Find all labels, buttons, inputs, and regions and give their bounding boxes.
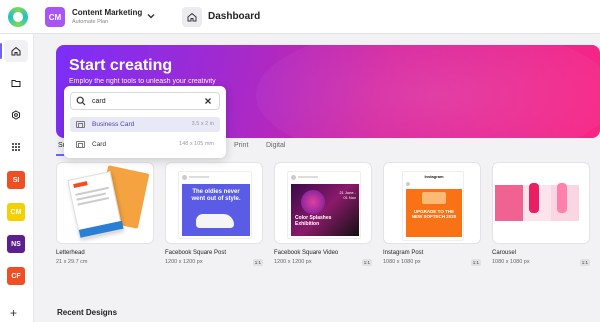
- template-thumbnail: Instagram UPGRADE TO THE NEW SOFTECH 202…: [383, 162, 481, 244]
- template-search-popover: Business Card 3.5 x 2 in Card 148 x 105 …: [64, 86, 226, 158]
- grid-apps-icon: [12, 143, 20, 151]
- search-box: [70, 92, 220, 110]
- template-thumbnail: The oldies never went out of style.: [165, 162, 263, 244]
- app-logo-icon[interactable]: [8, 7, 28, 27]
- search-suggestion-business-card[interactable]: Business Card 3.5 x 2 in: [70, 117, 220, 132]
- workspace-switch-si[interactable]: SI: [7, 171, 25, 189]
- aspect-ratio-badge: 1:1: [470, 259, 481, 266]
- main-content: Start creating Employ the right tools to…: [45, 34, 600, 292]
- hero-subtitle: Employ the right tools to unleash your c…: [69, 78, 216, 85]
- add-workspace-button[interactable]: +: [10, 306, 17, 320]
- template-dimensions: 1080 x 1080 px: [492, 259, 530, 265]
- chevron-down-icon[interactable]: [145, 10, 157, 22]
- workspace-switch-ns[interactable]: NS: [7, 235, 25, 253]
- suggestion-label: Business Card: [92, 121, 135, 128]
- template-name: Carousel: [492, 250, 517, 256]
- sidebar-item-apps[interactable]: [4, 136, 28, 158]
- workspace-avatar[interactable]: CM: [45, 7, 65, 27]
- suggestion-dimensions: 3.5 x 2 in: [191, 121, 214, 127]
- folder-icon: [11, 80, 21, 87]
- sidebar-item-settings[interactable]: [4, 104, 28, 126]
- suggestion-label: Card: [92, 141, 107, 148]
- workspace-switch-cf[interactable]: CF: [7, 267, 25, 285]
- template-thumbnail: 21 June - 01 Nov Color Splashes Exhibiti…: [274, 162, 372, 244]
- aspect-ratio-badge: 1:1: [252, 259, 263, 266]
- template-dimensions: 1080 x 1080 px: [383, 259, 421, 265]
- search-icon: [76, 96, 86, 106]
- tab-digital[interactable]: Digital: [266, 142, 285, 149]
- template-dimensions: 21 x 29.7 cm: [56, 259, 88, 265]
- close-icon[interactable]: [203, 96, 213, 106]
- template-thumbnail: [56, 162, 154, 244]
- post-thumb-text: The oldies never went out of style.: [191, 189, 241, 202]
- card-icon: [76, 121, 85, 128]
- dashboard-home-icon[interactable]: [182, 7, 202, 27]
- instagram-thumb-text: UPGRADE TO THE NEW SOFTECH 2020: [411, 209, 457, 220]
- active-tab-indicator: [56, 154, 64, 156]
- page-title: Dashboard: [208, 11, 261, 22]
- template-dimensions: 1200 x 1200 px: [274, 259, 312, 265]
- template-name: Facebook Square Video: [274, 250, 339, 256]
- video-thumb-date: 21 June - 01 Nov: [339, 190, 356, 200]
- card-icon: [76, 141, 85, 148]
- settings-gear-icon: [12, 110, 20, 120]
- template-card-facebook-square-video[interactable]: 21 June - 01 Nov Color Splashes Exhibiti…: [274, 162, 372, 266]
- hero-title: Start creating: [69, 57, 173, 74]
- home-icon: [11, 46, 21, 56]
- template-name: Instagram Post: [383, 250, 424, 256]
- template-thumbnail: [492, 162, 590, 244]
- aspect-ratio-badge: 1:1: [361, 259, 372, 266]
- workspace-name[interactable]: Content Marketing: [72, 8, 142, 17]
- search-suggestion-card[interactable]: Card 148 x 105 mm: [70, 137, 220, 152]
- template-card-letterhead[interactable]: Letterhead 21 x 29.7 cm: [56, 162, 154, 265]
- top-bar: CM Content Marketing Automate Plan Dashb…: [0, 0, 600, 34]
- template-card-carousel[interactable]: Carousel 1080 x 1080 px 1:1: [492, 162, 590, 266]
- aspect-ratio-badge: 1:1: [579, 259, 590, 266]
- sidebar-item-home[interactable]: [0, 40, 28, 62]
- tab-print[interactable]: Print: [234, 142, 248, 149]
- template-card-instagram-post[interactable]: Instagram UPGRADE TO THE NEW SOFTECH 202…: [383, 162, 481, 266]
- template-name: Letterhead: [56, 250, 85, 256]
- suggestion-dimensions: 148 x 105 mm: [179, 141, 214, 147]
- template-dimensions: 1200 x 1200 px: [165, 259, 203, 265]
- search-input[interactable]: [92, 96, 192, 107]
- workspace-plan: Automate Plan: [72, 19, 109, 25]
- video-thumb-text: Color Splashes Exhibition: [295, 215, 332, 227]
- sidebar-item-folders[interactable]: [4, 72, 28, 94]
- workspace-switch-cm[interactable]: CM: [7, 203, 25, 221]
- instagram-thumb-header: Instagram: [424, 174, 444, 179]
- template-name: Facebook Square Post: [165, 250, 227, 256]
- sidebar: SI CM NS CF +: [0, 34, 34, 322]
- recent-designs-heading: Recent Designs: [57, 308, 118, 317]
- template-card-facebook-square-post[interactable]: The oldies never went out of style. Face…: [165, 162, 263, 266]
